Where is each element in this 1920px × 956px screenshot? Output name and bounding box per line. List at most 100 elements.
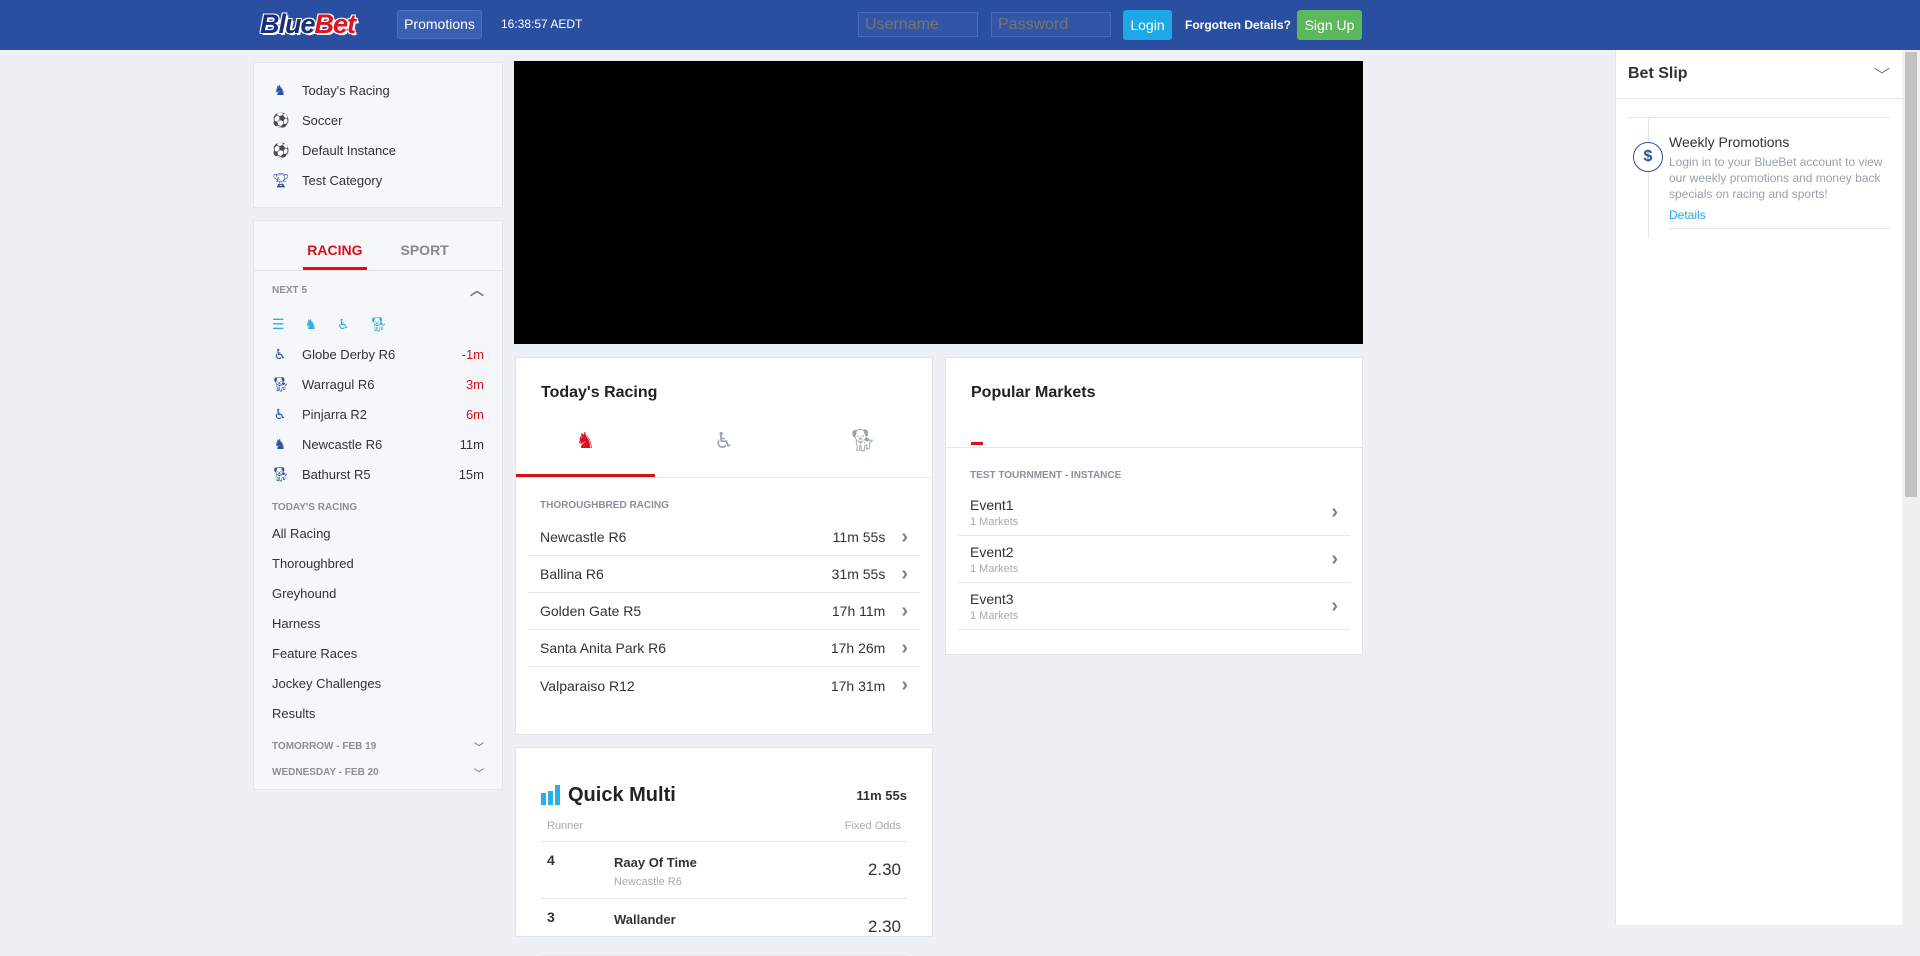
market-count: 1 Markets — [970, 515, 1019, 528]
quick-multi-icon — [541, 785, 560, 805]
runner-number: 4 — [547, 852, 555, 868]
racing-link[interactable]: Results — [254, 699, 502, 729]
race-countdown: 3m — [465, 376, 484, 392]
tab-indicator — [971, 442, 983, 445]
market-count: 1 Markets — [970, 609, 1019, 622]
sidebar-item-default-instance[interactable]: ⚽ Default Instance — [254, 135, 502, 165]
greyhound-tab-icon[interactable]: 🐕︎ — [793, 420, 932, 477]
runner-row[interactable]: 3 Wallander 2.30 — [541, 899, 907, 956]
greyhound-icon: 🐕︎ — [272, 465, 290, 482]
next-race-item[interactable]: ♞ Newcastle R6 11m — [254, 429, 502, 459]
soccer-ball-icon: ⚽ — [272, 111, 290, 128]
chevron-down-icon[interactable]: ﹀ — [474, 739, 484, 754]
runner-number: 3 — [547, 909, 555, 925]
runner-race: Newcastle R6 — [614, 876, 682, 888]
harness-tab-icon[interactable]: ♿︎ — [655, 420, 794, 477]
sidebar-item-todays-racing[interactable]: ♞ Today's Racing — [254, 75, 502, 105]
event-row[interactable]: Event3 1 Markets › — [958, 583, 1350, 630]
racing-link[interactable]: Thoroughbred — [254, 549, 502, 579]
forgotten-details-link[interactable]: Forgotten Details? — [1185, 18, 1291, 32]
horse-icon: ♞ — [273, 435, 287, 452]
top-header: BlueBet Promotions 16:38:57 AEDT Login F… — [0, 0, 1920, 50]
event-row[interactable]: Event1 1 Markets › — [958, 489, 1350, 536]
event-name: Event1 — [970, 496, 1014, 513]
next-race-item[interactable]: ♿︎ Pinjarra R2 6m — [254, 399, 502, 429]
username-input[interactable] — [858, 12, 978, 37]
next-race-item[interactable]: 🐕︎ Bathurst R5 15m — [254, 459, 502, 489]
race-row[interactable]: Valparaiso R12 17h 31m › — [528, 667, 920, 704]
racing-link[interactable]: Harness — [254, 609, 502, 639]
chevron-down-icon[interactable]: ﹀ — [474, 765, 484, 780]
scrollbar-thumb[interactable] — [1905, 52, 1917, 497]
popular-markets-panel: Popular Markets TEST TOURNMENT - INSTANC… — [945, 357, 1363, 655]
greyhound-icon: 🐕︎ — [272, 375, 290, 392]
tomorrow-heading[interactable]: TOMORROW - FEB 19 — [272, 741, 376, 752]
next-race-item[interactable]: ♿︎ Globe Derby R6 -1m — [254, 339, 502, 369]
next-race-item[interactable]: 🐕︎ Warragul R6 3m — [254, 369, 502, 399]
next5-heading: NEXT 5 — [272, 284, 308, 296]
chevron-down-icon[interactable]: ﹀ — [1874, 62, 1890, 86]
greyhound-filter-icon[interactable]: 🐕︎ — [370, 316, 388, 333]
promo-text: Login in to your BlueBet account to view… — [1669, 155, 1883, 201]
racing-link[interactable]: All Racing — [254, 519, 502, 549]
racing-link[interactable]: Greyhound — [254, 579, 502, 609]
event-row[interactable]: Event2 1 Markets › — [958, 536, 1350, 583]
sidebar-item-test-category[interactable]: 🏆︎ Test Category — [254, 165, 502, 195]
chevron-up-icon[interactable]: ︿ — [470, 280, 484, 300]
event-name: Event2 — [970, 543, 1014, 560]
todays-racing-panel: Today's Racing ♞ ♿︎ 🐕︎ THOROUGHBRED RACI… — [515, 357, 933, 735]
page-scrollbar[interactable] — [1902, 50, 1920, 925]
sign-up-button[interactable]: Sign Up — [1297, 10, 1362, 40]
race-row[interactable]: Santa Anita Park R6 17h 26m › — [528, 630, 920, 667]
todays-racing-heading: TODAY'S RACING — [272, 501, 358, 513]
race-countdown: 11m 55s — [832, 529, 886, 545]
video-player[interactable] — [514, 61, 1363, 344]
bluebet-logo[interactable]: BlueBet — [260, 9, 356, 40]
chevron-right-icon: › — [901, 562, 908, 585]
tab-racing[interactable]: RACING — [303, 242, 367, 270]
horse-filter-icon[interactable]: ♞ — [305, 316, 318, 333]
race-countdown: 31m 55s — [831, 566, 886, 582]
wednesday-heading[interactable]: WEDNESDAY - FEB 20 — [272, 767, 379, 778]
race-row[interactable]: Ballina R6 31m 55s › — [528, 556, 920, 593]
race-countdown: -1m — [461, 346, 484, 362]
thoroughbred-tab-icon[interactable]: ♞ — [516, 420, 655, 477]
runner-odds[interactable]: 2.30 — [868, 917, 901, 945]
promotions-button[interactable]: Promotions — [397, 10, 482, 39]
chevron-right-icon: › — [901, 525, 908, 548]
race-countdown: 15m — [458, 466, 484, 482]
category-nav: ♞ Today's Racing ⚽ Soccer ⚽ Default Instanc… — [253, 62, 503, 208]
race-row[interactable]: Newcastle R6 11m 55s › — [528, 519, 920, 556]
soccer-ball-icon: ⚽ — [272, 141, 290, 158]
details-link[interactable]: Details — [1669, 208, 1890, 222]
race-countdown: 17h 31m — [830, 677, 886, 694]
runner-row[interactable]: 4 Raay Of Time Newcastle R6 2.30 — [541, 842, 907, 899]
bet-slip: Bet Slip ﹀ $ Weekly Promotions Login in … — [1615, 50, 1902, 925]
section-label: THOROUGHBRED RACING — [540, 500, 669, 511]
panel-title: Popular Markets — [971, 384, 1096, 401]
login-button[interactable]: Login — [1123, 10, 1172, 40]
trophy-icon: 🏆︎ — [272, 171, 290, 188]
timeline-line — [1648, 118, 1649, 238]
quick-multi-countdown: 11m 55s — [856, 787, 907, 803]
tab-sport[interactable]: SPORT — [397, 242, 453, 270]
password-input[interactable] — [991, 12, 1111, 37]
bet-slip-title: Bet Slip — [1628, 65, 1688, 82]
odds-column-header: Fixed Odds — [844, 820, 901, 832]
quick-multi-title: Quick Multi — [568, 783, 676, 806]
promo-title: Weekly Promotions — [1669, 134, 1790, 150]
race-countdown: 17h 26m — [830, 640, 886, 656]
quick-multi-panel: Quick Multi 11m 55s Runner Fixed Odds 4 R… — [515, 747, 933, 956]
racing-link[interactable]: Feature Races — [254, 639, 502, 669]
list-numbered-icon[interactable]: ☰ — [272, 316, 285, 333]
harness-filter-icon[interactable]: ♿︎ — [337, 316, 350, 333]
runner-odds[interactable]: 2.30 — [868, 860, 901, 888]
chevron-right-icon: › — [1331, 547, 1338, 570]
race-countdown: 17h 11m — [831, 603, 886, 619]
sidebar-item-soccer[interactable]: ⚽ Soccer — [254, 105, 502, 135]
racing-link[interactable]: Jockey Challenges — [254, 669, 502, 699]
panel-title: Today's Racing — [541, 384, 658, 401]
race-row[interactable]: Golden Gate R5 17h 11m › — [528, 593, 920, 630]
chevron-right-icon: › — [901, 599, 908, 622]
chevron-right-icon: › — [1331, 594, 1338, 617]
